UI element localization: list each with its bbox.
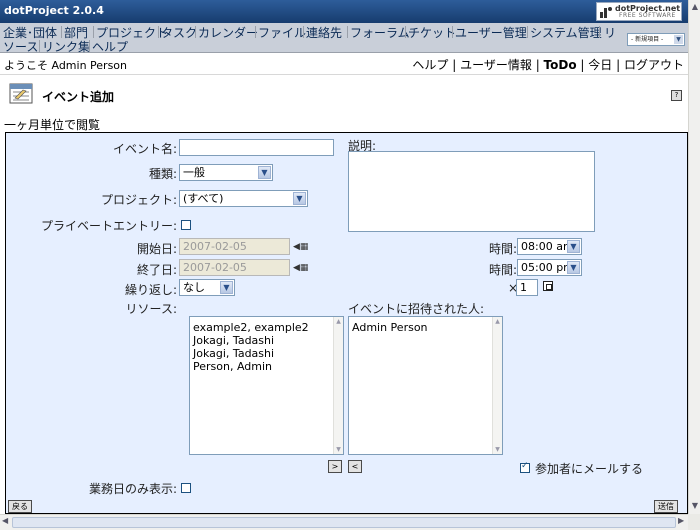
logo-subtext: FREE SOFTWARE [619,12,676,19]
scrollbar-thumb[interactable] [12,517,676,528]
end-time-label: 時間: [489,263,518,277]
scroll-left-icon[interactable]: ◀ [2,516,8,525]
add-invitee-button[interactable]: > [328,460,342,473]
calendar-icon[interactable]: ◀▦ [293,263,309,273]
list-item[interactable]: example2, example2 [190,321,343,334]
menu-item-help[interactable]: ヘルプ [92,38,128,55]
resources-label: リソース: [125,302,177,316]
app-title: dotProject 2.0.4 [4,4,104,17]
main-menu: 企業･団体 部門 プロジェクト タスク カレンダー ファイル 連絡先 フォーラム… [0,23,688,55]
repeat-select[interactable]: なし ▼ [179,279,235,296]
menu-item-files[interactable]: ファイル [258,24,306,41]
expand-icon[interactable] [543,281,553,291]
logo-mark-icon [600,7,612,18]
repeat-label: 繰り返し: [124,283,177,297]
end-time-select[interactable]: 05:00 pm ▼ [517,259,582,276]
event-name-label: イベント名: [112,142,177,156]
type-label: 種類: [148,167,177,181]
vertical-scrollbar[interactable]: ▲ ▼ [688,0,700,514]
private-entry-checkbox[interactable] [181,220,191,230]
back-button[interactable]: 戻る [8,500,32,513]
menu-item-user-admin[interactable]: ユーザー管理 [455,24,527,41]
page-title: イベント追加 [42,90,115,104]
horizontal-scrollbar[interactable]: ◀ ▶ [0,514,688,530]
list-item[interactable]: Admin Person [349,321,502,334]
invited-label: イベントに招待された人: [348,302,485,316]
menu-item-resources[interactable]: リ [604,24,616,41]
menu-item-resources-cont[interactable]: ソース [3,38,38,55]
month-view-link[interactable]: 一ヶ月単位で閲覧 [4,116,100,133]
submit-button[interactable]: 送信 [654,500,678,513]
link-logout[interactable]: ログアウト [624,58,684,72]
chevron-down-icon: ▼ [567,261,580,274]
start-time-value: 08:00 am [521,240,574,253]
app-titlebar: dotProject 2.0.4 dotProject.net FREE SOF… [0,0,688,23]
menu-item-tickets[interactable]: チケット [408,24,456,41]
scroll-up-icon[interactable]: ▲ [690,1,700,13]
workdays-label: 業務日のみ表示: [88,482,177,496]
workdays-checkbox[interactable] [181,483,191,493]
scroll-right-icon[interactable]: ▶ [678,516,684,525]
event-form: イベント名: 種類: 一般 ▼ プロジェクト: (すべて) ▼ プライベートエン… [5,132,688,514]
start-date-label: 開始日: [136,242,177,256]
dotproject-logo[interactable]: dotProject.net FREE SOFTWARE [596,2,682,21]
new-item-select[interactable]: - 新規項目 - ▼ [627,33,685,46]
description-textarea[interactable] [348,151,595,232]
end-date-label: 終了日: [136,263,177,277]
repeat-times-input[interactable]: 1 [516,279,538,296]
project-select[interactable]: (すべて) ▼ [179,190,308,207]
top-links: ヘルプ | ユーザー情報 | ToDo | 今日 | ログアウト [412,58,684,72]
chevron-down-icon: ▼ [293,192,306,205]
link-today[interactable]: 今日 [588,58,612,72]
calendar-page-icon [9,83,33,104]
scroll-down-icon[interactable]: ▼ [690,500,700,512]
project-label: プロジェクト: [100,193,177,207]
remove-invitee-button[interactable]: < [348,460,362,473]
calendar-icon[interactable]: ◀▦ [293,242,309,252]
new-item-select-value: - 新規項目 - [631,36,664,43]
email-invitees-label: 参加者にメールする [535,462,644,476]
welcome-text: ようこそ Admin Person [4,59,128,72]
help-icon[interactable]: ? [671,90,682,101]
type-select[interactable]: 一般 ▼ [179,164,273,181]
chevron-down-icon: ▼ [567,240,580,253]
list-item[interactable]: Person, Admin [190,360,343,373]
start-time-select[interactable]: 08:00 am ▼ [517,238,582,255]
link-todo[interactable]: ToDo [544,58,577,72]
list-item[interactable]: Jokagi, Tadashi [190,334,343,347]
link-help[interactable]: ヘルプ [412,58,448,72]
email-invitees-checkbox[interactable] [520,461,530,473]
list-item[interactable]: Jokagi, Tadashi [190,347,343,360]
repeat-select-value: なし [183,281,205,294]
type-select-value: 一般 [183,166,205,179]
menu-item-forums[interactable]: フォーラム [350,24,410,41]
project-select-value: (すべて) [183,192,224,205]
resources-scrollbar[interactable]: ▲ ▼ [333,317,343,454]
menu-item-contacts[interactable]: 連絡先 [306,24,342,41]
menu-item-links[interactable]: リンク集 [42,38,90,55]
chevron-down-icon: ▼ [674,35,683,44]
start-date-input[interactable]: 2007-02-05 [179,238,290,255]
scrollbar-corner [688,514,700,530]
end-date-input[interactable]: 2007-02-05 [179,259,290,276]
invited-listbox[interactable]: Admin Person ▲ ▼ [348,316,503,455]
end-time-value: 05:00 pm [521,261,574,274]
event-name-input[interactable] [179,139,334,156]
link-user-info[interactable]: ユーザー情報 [460,58,532,72]
private-entry-label: プライベートエントリー: [40,219,177,233]
chevron-down-icon: ▼ [220,281,233,294]
chevron-down-icon: ▼ [258,166,271,179]
menu-item-system-admin[interactable]: システム管理 [530,24,602,41]
invited-scrollbar[interactable]: ▲ ▼ [492,317,502,454]
menu-item-tasks[interactable]: タスク [161,24,197,41]
resources-listbox[interactable]: example2, example2 Jokagi, Tadashi Jokag… [189,316,344,455]
start-time-label: 時間: [489,242,518,256]
menu-item-calendar[interactable]: カレンダー [198,24,258,41]
